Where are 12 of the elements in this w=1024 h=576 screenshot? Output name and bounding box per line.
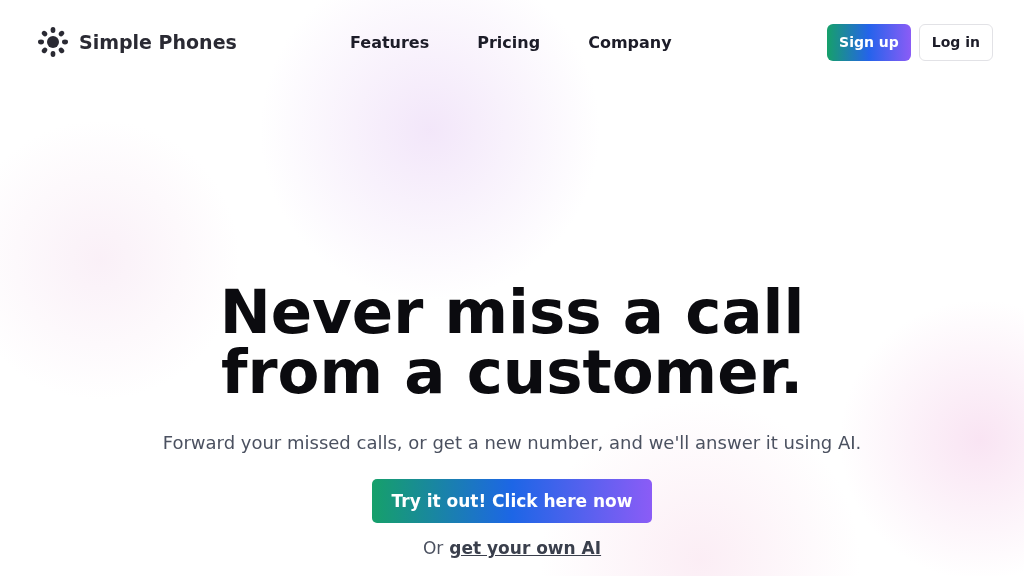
hero-subtitle: Forward your missed calls, or get a new number, and we'll answer it using AI. [162, 432, 862, 453]
brand-name[interactable]: Simple Phones [79, 31, 237, 53]
nav-link[interactable]: Pricing [477, 32, 541, 52]
sign-up-button[interactable]: Sign up [827, 23, 911, 61]
alt-link[interactable]: get your own AI [449, 538, 602, 558]
nav-link[interactable]: Company [588, 32, 672, 52]
logo-icon [37, 26, 69, 58]
nav-link[interactable]: Features [350, 32, 430, 52]
log-in-button[interactable]: Log in [918, 23, 993, 61]
cta-button[interactable]: Try it out! Click here now [371, 479, 653, 523]
hero-title: Never miss a call from a customer. [219, 282, 805, 402]
alt-prefix: Or [422, 538, 444, 558]
